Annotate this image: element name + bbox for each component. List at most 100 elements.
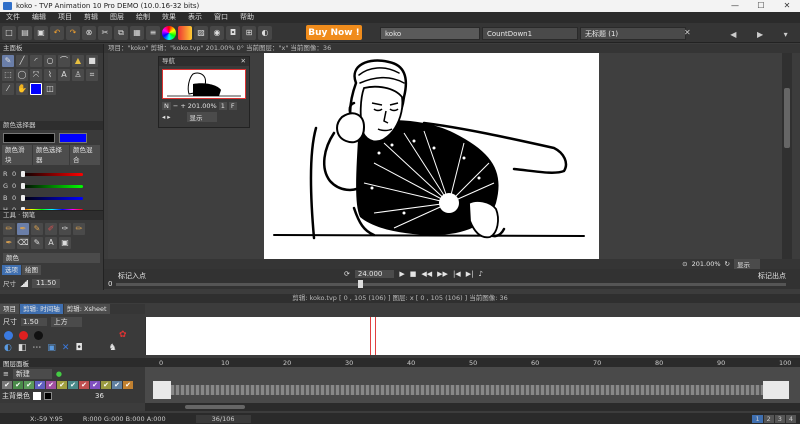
channel-slider-b[interactable] xyxy=(21,194,83,201)
zoom-in-icon[interactable]: + xyxy=(180,102,185,110)
page-4-button[interactable]: 4 xyxy=(785,414,796,423)
select-rect-icon[interactable]: ⬚ xyxy=(2,69,14,81)
lasso-tool-icon[interactable]: ⌒ xyxy=(58,55,70,67)
tab-color-picker[interactable]: 颜色选择器 xyxy=(33,145,69,165)
cube-icon[interactable]: ▣ xyxy=(47,343,56,353)
tab-close-icon[interactable]: ✕ xyxy=(684,28,691,37)
frame-scrubber[interactable] xyxy=(116,280,786,288)
new-layer-dropdown[interactable]: 新建 xyxy=(12,369,52,379)
sound-icon[interactable]: ♪ xyxy=(478,270,482,278)
paste-icon[interactable]: ▦ xyxy=(130,25,144,40)
crop-tool-icon[interactable]: ⌗ xyxy=(86,69,98,81)
page-2-button[interactable]: 2 xyxy=(763,414,774,423)
layer-check-swatch[interactable]: ✔ xyxy=(57,381,67,389)
loop-icon[interactable]: ⟳ xyxy=(344,270,350,278)
stamp-preset-icon[interactable]: ▣ xyxy=(59,237,71,249)
zoom-reset-icon[interactable]: ⊙ xyxy=(682,260,687,268)
blue-dot-icon[interactable] xyxy=(4,330,13,340)
page-1-button[interactable]: 1 xyxy=(752,414,763,423)
navigator-display-dropdown[interactable]: 显示 xyxy=(186,112,217,122)
curve-tool-icon[interactable]: ◜ xyxy=(30,55,42,67)
dots-icon[interactable]: ⋯ xyxy=(32,343,41,353)
last-frame-icon[interactable]: ▶| xyxy=(466,270,474,278)
size-field[interactable]: 11.50 xyxy=(32,278,61,288)
close-button[interactable]: ✕ xyxy=(774,0,800,12)
navigator-fit-f[interactable]: F xyxy=(228,102,237,110)
tab-right-icon[interactable]: ▶ xyxy=(757,30,763,39)
layer-blue-icon[interactable]: ◐ xyxy=(4,343,12,353)
tab-xsheet[interactable]: 剪辑: Xsheet xyxy=(63,304,110,314)
vertical-scrollbar[interactable] xyxy=(782,53,792,259)
black-dot-icon[interactable] xyxy=(34,330,43,340)
layer-check-swatch[interactable]: ✔ xyxy=(68,381,78,389)
camera-icon[interactable]: ◘ xyxy=(226,25,240,40)
color-wheel-icon[interactable] xyxy=(162,25,176,40)
pin-icon[interactable]: ◉ xyxy=(210,25,224,40)
bg-white-swatch[interactable] xyxy=(33,392,41,400)
foreground-swatch[interactable] xyxy=(3,133,55,143)
select-ellipse-icon[interactable]: ◯ xyxy=(16,69,28,81)
airbrush-preset-icon[interactable]: ✏ xyxy=(73,223,85,235)
tab-left-icon[interactable]: ◀ xyxy=(730,30,736,39)
bg-black-swatch[interactable] xyxy=(44,392,52,400)
channel-slider-g[interactable] xyxy=(21,182,83,189)
smudge-preset-icon[interactable]: ✎ xyxy=(31,237,43,249)
last-cells[interactable] xyxy=(763,381,789,399)
layer-check-swatch[interactable]: ✔ xyxy=(79,381,89,389)
menu-edit[interactable]: 编辑 xyxy=(26,12,52,23)
tab-countdown[interactable]: CountDown1 xyxy=(482,27,578,40)
onion-skin-icon[interactable]: ◐ xyxy=(258,25,272,40)
tab-color-mixer[interactable]: 颜色混合 xyxy=(70,145,100,165)
eraser-icon[interactable]: ◧ xyxy=(18,343,27,353)
zoom-out-icon[interactable]: − xyxy=(173,102,178,110)
layer-check-swatch[interactable]: ✔ xyxy=(46,381,56,389)
navigator-thumbnail[interactable] xyxy=(162,69,246,99)
delete-x-icon[interactable]: ✕ xyxy=(62,343,70,353)
zoom-value[interactable]: 201.00% xyxy=(692,260,721,268)
menu-effects[interactable]: 效果 xyxy=(156,12,182,23)
minimize-button[interactable]: — xyxy=(722,0,748,12)
image-icon[interactable]: ▨ xyxy=(194,25,208,40)
gradient-icon[interactable] xyxy=(178,25,192,40)
layer-visible-icon[interactable]: ● xyxy=(56,370,62,378)
puppet-tool-icon[interactable]: ♙ xyxy=(72,69,84,81)
layer-check-swatch[interactable]: ✔ xyxy=(101,381,111,389)
open-icon[interactable]: ▤ xyxy=(18,25,32,40)
layer-check-swatch[interactable]: ✔ xyxy=(2,381,12,389)
active-color-icon[interactable] xyxy=(30,83,42,95)
pencil-preset-icon[interactable]: ✏ xyxy=(3,223,15,235)
first-frame-icon[interactable]: |◀ xyxy=(453,270,461,278)
fill-tool-icon[interactable]: ▲ xyxy=(72,55,84,67)
navigator-mode[interactable]: N xyxy=(162,102,171,110)
scrubber-handle[interactable] xyxy=(358,280,363,288)
menu-layer[interactable]: 图层 xyxy=(104,12,130,23)
navigator-prev-icon[interactable]: ◂ xyxy=(162,113,165,121)
background-swatch[interactable] xyxy=(59,133,87,143)
maximize-button[interactable]: ☐ xyxy=(748,0,774,12)
grid-icon[interactable]: ⊞ xyxy=(242,25,256,40)
layer-track[interactable] xyxy=(145,367,800,403)
rotate-icon[interactable]: ↻ xyxy=(725,260,730,268)
redo-icon[interactable]: ↷ xyxy=(66,25,80,40)
tab-options[interactable]: 选项 xyxy=(2,265,21,275)
warp-tool-icon[interactable]: ⌇ xyxy=(44,69,56,81)
step-forward-icon[interactable]: ▶▶ xyxy=(437,270,448,278)
feather-preset-icon[interactable]: ✑ xyxy=(59,223,71,235)
layer-check-swatch[interactable]: ✔ xyxy=(90,381,100,389)
layer-check-swatch[interactable]: ✔ xyxy=(35,381,45,389)
navigator-zoom[interactable]: 201.00% xyxy=(188,102,217,110)
menu-help[interactable]: 帮助 xyxy=(234,12,260,23)
slider-knob[interactable] xyxy=(21,170,25,177)
picker-tool-icon[interactable]: ⁄ xyxy=(2,83,14,95)
character-icon[interactable]: ♞ xyxy=(109,343,117,353)
tab-koko[interactable]: koko xyxy=(380,27,480,40)
page-3-button[interactable]: 3 xyxy=(774,414,785,423)
first-cells[interactable] xyxy=(153,381,171,399)
tab-project[interactable]: 项目 xyxy=(0,304,19,314)
menu-project[interactable]: 项目 xyxy=(52,12,78,23)
new-icon[interactable]: □ xyxy=(2,25,16,40)
save-icon[interactable]: ▣ xyxy=(34,25,48,40)
rect-tool-icon[interactable]: ■ xyxy=(86,55,98,67)
eraser-preset-icon[interactable]: ⌫ xyxy=(17,237,29,249)
stop-icon[interactable]: ■ xyxy=(410,270,417,278)
